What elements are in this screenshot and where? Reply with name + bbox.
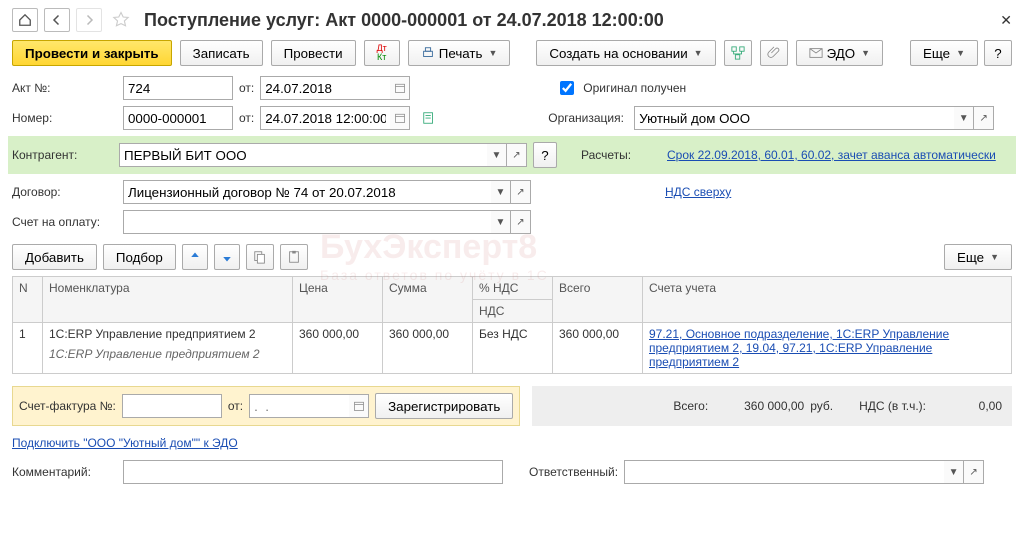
invoice-no-input[interactable]	[122, 394, 222, 418]
doc-dt-input[interactable]	[260, 106, 390, 130]
save-button[interactable]: Записать	[180, 40, 263, 66]
dropdown-icon[interactable]: ▼	[944, 460, 964, 484]
move-down-button[interactable]	[214, 244, 240, 270]
dropdown-icon[interactable]: ▼	[491, 210, 511, 234]
add-row-button[interactable]: Добавить	[12, 244, 97, 270]
help-button[interactable]: ?	[984, 40, 1012, 66]
envelope-icon	[809, 46, 823, 60]
attach-button[interactable]	[760, 40, 788, 66]
org-label: Организация:	[548, 111, 628, 125]
forward-icon[interactable]	[76, 8, 102, 32]
doc-num-input[interactable]	[123, 106, 233, 130]
org-input[interactable]	[634, 106, 954, 130]
invoice-acc-label: Счет на оплату:	[12, 215, 117, 229]
act-no-label: Акт №:	[12, 81, 117, 95]
original-received-checkbox[interactable]	[560, 81, 574, 95]
invoice-date-input[interactable]	[249, 394, 349, 418]
contract-input[interactable]	[123, 180, 491, 204]
open-icon[interactable]: ↗	[511, 180, 531, 204]
home-icon[interactable]	[12, 8, 38, 32]
copy-button[interactable]	[246, 244, 274, 270]
counterparty-input[interactable]	[119, 143, 487, 167]
invoice-label: Счет-фактура №:	[19, 399, 116, 413]
copy-icon	[253, 250, 267, 264]
doc-num-label: Номер:	[12, 111, 117, 125]
timestamp-icon[interactable]	[416, 106, 442, 130]
responsible-input[interactable]	[624, 460, 944, 484]
link-tree-icon	[731, 46, 745, 60]
open-icon[interactable]: ↗	[964, 460, 984, 484]
open-icon[interactable]: ↗	[507, 143, 527, 167]
back-icon[interactable]	[44, 8, 70, 32]
col-vat: НДС	[473, 300, 553, 323]
clipboard-icon	[287, 250, 301, 264]
table-row[interactable]: 1 1С:ERP Управление предприятием 2 1С:ER…	[13, 323, 1012, 374]
related-button[interactable]	[724, 40, 752, 66]
print-button[interactable]: Печать▼	[408, 40, 511, 66]
open-icon[interactable]: ↗	[511, 210, 531, 234]
calendar-icon[interactable]	[390, 76, 410, 100]
star-icon[interactable]	[108, 8, 134, 32]
calendar-icon[interactable]	[390, 106, 410, 130]
dropdown-icon[interactable]: ▼	[487, 143, 507, 167]
col-sum: Сумма	[383, 277, 473, 323]
calc-label: Расчеты:	[581, 148, 661, 162]
original-received-label: Оригинал получен	[583, 81, 686, 95]
contract-label: Договор:	[12, 185, 117, 199]
close-icon[interactable]: ✕	[1000, 12, 1012, 29]
printer-icon	[421, 46, 435, 60]
doc-from-label: от:	[239, 111, 254, 125]
act-date-input[interactable]	[260, 76, 390, 100]
invoice-from-label: от:	[228, 399, 243, 413]
dt-kt-button[interactable]: ДтКт	[364, 40, 400, 66]
calendar-icon[interactable]	[349, 394, 369, 418]
col-n: N	[13, 277, 43, 323]
paste-button[interactable]	[280, 244, 308, 270]
edo-button[interactable]: ЭДО▼	[796, 40, 883, 66]
register-invoice-button[interactable]: Зарегистрировать	[375, 393, 513, 419]
post-and-close-button[interactable]: Провести и закрыть	[12, 40, 172, 66]
act-no-input[interactable]	[123, 76, 233, 100]
counterparty-label: Контрагент:	[8, 148, 113, 162]
vat-mode-link[interactable]: НДС сверху	[665, 185, 731, 199]
paperclip-icon	[767, 46, 781, 60]
accounts-link[interactable]: 97.21, Основное подразделение, 1С:ERP Уп…	[649, 327, 949, 369]
dropdown-icon[interactable]: ▼	[491, 180, 511, 204]
more-button[interactable]: Еще▼	[910, 40, 978, 66]
post-button[interactable]: Провести	[271, 40, 356, 66]
col-nom: Номенклатура	[43, 277, 293, 323]
open-icon[interactable]: ↗	[974, 106, 994, 130]
grid-more-button[interactable]: Еще▼	[944, 244, 1012, 270]
items-table: N Номенклатура Цена Сумма % НДС Всего Сч…	[12, 276, 1012, 374]
arrow-down-icon	[221, 251, 233, 263]
col-total: Всего	[553, 277, 643, 323]
arrow-up-icon	[189, 251, 201, 263]
col-price: Цена	[293, 277, 383, 323]
pick-button[interactable]: Подбор	[103, 244, 176, 270]
counterparty-help-button[interactable]: ?	[533, 142, 557, 168]
dropdown-icon[interactable]: ▼	[954, 106, 974, 130]
act-from-label: от:	[239, 81, 254, 95]
create-based-button[interactable]: Создать на основании▼	[536, 40, 715, 66]
col-vatpct: % НДС	[473, 277, 553, 300]
invoice-acc-input[interactable]	[123, 210, 491, 234]
connect-edo-link[interactable]: Подключить "ООО "Уютный дом"" к ЭДО	[12, 436, 238, 450]
responsible-label: Ответственный:	[529, 465, 618, 479]
totals-bar: Всего: 360 000,00 руб. НДС (в т.ч.): 0,0…	[532, 386, 1012, 426]
col-accounts: Счета учета	[643, 277, 1012, 323]
move-up-button[interactable]	[182, 244, 208, 270]
comment-label: Комментарий:	[12, 465, 117, 479]
page-title: Поступление услуг: Акт 0000-000001 от 24…	[144, 10, 664, 31]
comment-input[interactable]	[123, 460, 503, 484]
calc-link[interactable]: Срок 22.09.2018, 60.01, 60.02, зачет ава…	[667, 148, 996, 162]
